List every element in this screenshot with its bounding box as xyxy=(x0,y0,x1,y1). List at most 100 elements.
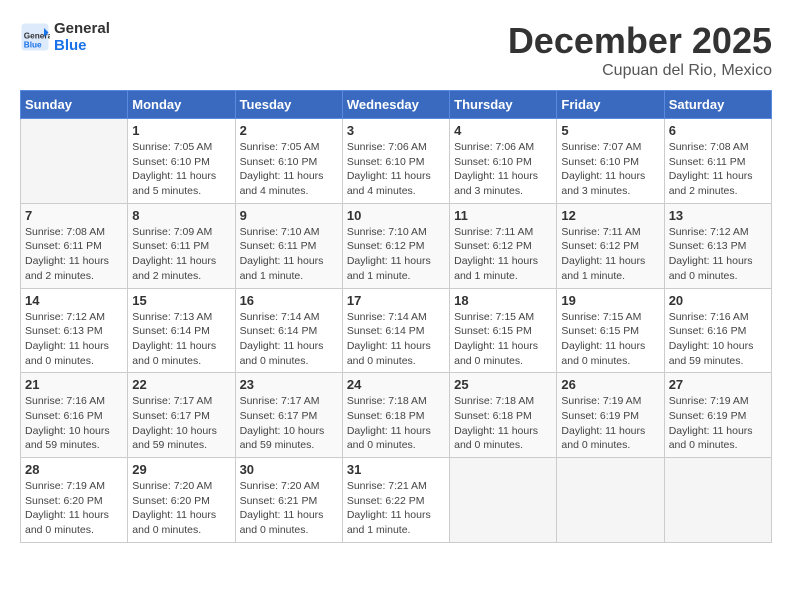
title-block: December 2025 Cupuan del Rio, Mexico xyxy=(508,20,772,80)
day-number: 12 xyxy=(561,208,659,223)
calendar-cell: 5Sunrise: 7:07 AMSunset: 6:10 PMDaylight… xyxy=(557,119,664,204)
day-number: 30 xyxy=(240,462,338,477)
day-number: 25 xyxy=(454,377,552,392)
day-info: Sunrise: 7:11 AMSunset: 6:12 PMDaylight:… xyxy=(561,225,659,284)
day-info: Sunrise: 7:20 AMSunset: 6:21 PMDaylight:… xyxy=(240,479,338,538)
day-number: 2 xyxy=(240,123,338,138)
calendar-cell: 4Sunrise: 7:06 AMSunset: 6:10 PMDaylight… xyxy=(450,119,557,204)
calendar-cell xyxy=(450,458,557,543)
calendar-cell: 16 Sunrise: 7:14 AMSunset: 6:14 PMDayligh… xyxy=(235,288,342,373)
calendar-cell: 22Sunrise: 7:17 AMSunset: 6:17 PMDayligh… xyxy=(128,373,235,458)
svg-text:Blue: Blue xyxy=(24,41,42,50)
day-number: 26 xyxy=(561,377,659,392)
calendar-cell: 1 Sunrise: 7:05 AMSunset: 6:10 PMDaylight… xyxy=(128,119,235,204)
day-number: 1 xyxy=(132,123,230,138)
header-friday: Friday xyxy=(557,91,664,119)
week-row-0: 1 Sunrise: 7:05 AMSunset: 6:10 PMDaylight… xyxy=(21,119,772,204)
day-number: 28 xyxy=(25,462,123,477)
day-number: 8 xyxy=(132,208,230,223)
calendar-cell: 3Sunrise: 7:06 AMSunset: 6:10 PMDaylight… xyxy=(342,119,449,204)
day-number: 23 xyxy=(240,377,338,392)
day-number: 15 xyxy=(132,293,230,308)
day-number: 20 xyxy=(669,293,767,308)
day-info: Sunrise: 7:12 AMSunset: 6:13 PMDaylight:… xyxy=(25,310,123,369)
calendar-cell: 7 Sunrise: 7:08 AMSunset: 6:11 PMDaylight… xyxy=(21,203,128,288)
calendar-cell: 30 Sunrise: 7:20 AMSunset: 6:21 PMDayligh… xyxy=(235,458,342,543)
week-row-3: 21 Sunrise: 7:16 AMSunset: 6:16 PMDayligh… xyxy=(21,373,772,458)
week-row-4: 28 Sunrise: 7:19 AMSunset: 6:20 PMDayligh… xyxy=(21,458,772,543)
day-number: 16 xyxy=(240,293,338,308)
logo: General Blue GeneralBlue xyxy=(20,20,110,54)
location-subtitle: Cupuan del Rio, Mexico xyxy=(508,62,772,80)
day-number: 14 xyxy=(25,293,123,308)
day-info: Sunrise: 7:19 AMSunset: 6:19 PMDaylight:… xyxy=(669,394,767,453)
calendar-cell: 14 Sunrise: 7:12 AMSunset: 6:13 PMDayligh… xyxy=(21,288,128,373)
calendar-table: SundayMondayTuesdayWednesdayThursdayFrid… xyxy=(20,90,772,543)
day-info: Sunrise: 7:05 AMSunset: 6:10 PMDaylight:… xyxy=(132,140,230,199)
calendar-cell xyxy=(557,458,664,543)
day-info: Sunrise: 7:12 AMSunset: 6:13 PMDaylight:… xyxy=(669,225,767,284)
day-number: 21 xyxy=(25,377,123,392)
day-number: 19 xyxy=(561,293,659,308)
day-info: Sunrise: 7:17 AMSunset: 6:17 PMDaylight:… xyxy=(240,394,338,453)
calendar-cell: 20 Sunrise: 7:16 AMSunset: 6:16 PMDayligh… xyxy=(664,288,771,373)
day-number: 5 xyxy=(561,123,659,138)
calendar-cell xyxy=(664,458,771,543)
day-number: 29 xyxy=(132,462,230,477)
calendar-cell: 28 Sunrise: 7:19 AMSunset: 6:20 PMDayligh… xyxy=(21,458,128,543)
day-number: 17 xyxy=(347,293,445,308)
day-info: Sunrise: 7:21 AMSunset: 6:22 PMDaylight:… xyxy=(347,479,445,538)
day-info: Sunrise: 7:11 AMSunset: 6:12 PMDaylight:… xyxy=(454,225,552,284)
calendar-cell: 12 Sunrise: 7:11 AMSunset: 6:12 PMDayligh… xyxy=(557,203,664,288)
calendar-body: 1 Sunrise: 7:05 AMSunset: 6:10 PMDaylight… xyxy=(21,119,772,543)
header-sunday: Sunday xyxy=(21,91,128,119)
day-info: Sunrise: 7:15 AMSunset: 6:15 PMDaylight:… xyxy=(454,310,552,369)
calendar-cell: 27Sunrise: 7:19 AMSunset: 6:19 PMDayligh… xyxy=(664,373,771,458)
calendar-cell: 2 Sunrise: 7:05 AMSunset: 6:10 PMDaylight… xyxy=(235,119,342,204)
calendar-cell: 8Sunrise: 7:09 AMSunset: 6:11 PMDaylight… xyxy=(128,203,235,288)
day-number: 31 xyxy=(347,462,445,477)
day-info: Sunrise: 7:18 AMSunset: 6:18 PMDaylight:… xyxy=(454,394,552,453)
logo-icon: General Blue xyxy=(20,22,50,52)
day-info: Sunrise: 7:08 AMSunset: 6:11 PMDaylight:… xyxy=(25,225,123,284)
day-info: Sunrise: 7:05 AMSunset: 6:10 PMDaylight:… xyxy=(240,140,338,199)
day-number: 10 xyxy=(347,208,445,223)
day-number: 22 xyxy=(132,377,230,392)
day-info: Sunrise: 7:13 AMSunset: 6:14 PMDaylight:… xyxy=(132,310,230,369)
calendar-cell: 6Sunrise: 7:08 AMSunset: 6:11 PMDaylight… xyxy=(664,119,771,204)
day-info: Sunrise: 7:19 AMSunset: 6:19 PMDaylight:… xyxy=(561,394,659,453)
calendar-cell: 11 Sunrise: 7:11 AMSunset: 6:12 PMDayligh… xyxy=(450,203,557,288)
day-info: Sunrise: 7:06 AMSunset: 6:10 PMDaylight:… xyxy=(347,140,445,199)
day-info: Sunrise: 7:16 AMSunset: 6:16 PMDaylight:… xyxy=(669,310,767,369)
calendar-cell xyxy=(21,119,128,204)
logo-blue: Blue xyxy=(54,37,87,54)
calendar-cell: 24 Sunrise: 7:18 AMSunset: 6:18 PMDayligh… xyxy=(342,373,449,458)
day-info: Sunrise: 7:16 AMSunset: 6:16 PMDaylight:… xyxy=(25,394,123,453)
calendar-cell: 15 Sunrise: 7:13 AMSunset: 6:14 PMDayligh… xyxy=(128,288,235,373)
day-info: Sunrise: 7:10 AMSunset: 6:11 PMDaylight:… xyxy=(240,225,338,284)
calendar-cell: 9 Sunrise: 7:10 AMSunset: 6:11 PMDaylight… xyxy=(235,203,342,288)
calendar-cell: 10 Sunrise: 7:10 AMSunset: 6:12 PMDayligh… xyxy=(342,203,449,288)
day-info: Sunrise: 7:08 AMSunset: 6:11 PMDaylight:… xyxy=(669,140,767,199)
day-info: Sunrise: 7:18 AMSunset: 6:18 PMDaylight:… xyxy=(347,394,445,453)
day-number: 13 xyxy=(669,208,767,223)
calendar-cell: 13 Sunrise: 7:12 AMSunset: 6:13 PMDayligh… xyxy=(664,203,771,288)
header-tuesday: Tuesday xyxy=(235,91,342,119)
day-number: 9 xyxy=(240,208,338,223)
day-info: Sunrise: 7:10 AMSunset: 6:12 PMDaylight:… xyxy=(347,225,445,284)
day-number: 4 xyxy=(454,123,552,138)
day-info: Sunrise: 7:14 AMSunset: 6:14 PMDaylight:… xyxy=(240,310,338,369)
calendar-header: SundayMondayTuesdayWednesdayThursdayFrid… xyxy=(21,91,772,119)
calendar-cell: 18Sunrise: 7:15 AMSunset: 6:15 PMDayligh… xyxy=(450,288,557,373)
day-number: 11 xyxy=(454,208,552,223)
calendar-cell: 19Sunrise: 7:15 AMSunset: 6:15 PMDayligh… xyxy=(557,288,664,373)
week-row-2: 14 Sunrise: 7:12 AMSunset: 6:13 PMDayligh… xyxy=(21,288,772,373)
day-info: Sunrise: 7:20 AMSunset: 6:20 PMDaylight:… xyxy=(132,479,230,538)
calendar-cell: 25 Sunrise: 7:18 AMSunset: 6:18 PMDayligh… xyxy=(450,373,557,458)
day-info: Sunrise: 7:14 AMSunset: 6:14 PMDaylight:… xyxy=(347,310,445,369)
calendar-cell: 23 Sunrise: 7:17 AMSunset: 6:17 PMDayligh… xyxy=(235,373,342,458)
week-row-1: 7 Sunrise: 7:08 AMSunset: 6:11 PMDaylight… xyxy=(21,203,772,288)
day-number: 24 xyxy=(347,377,445,392)
day-number: 7 xyxy=(25,208,123,223)
day-info: Sunrise: 7:19 AMSunset: 6:20 PMDaylight:… xyxy=(25,479,123,538)
